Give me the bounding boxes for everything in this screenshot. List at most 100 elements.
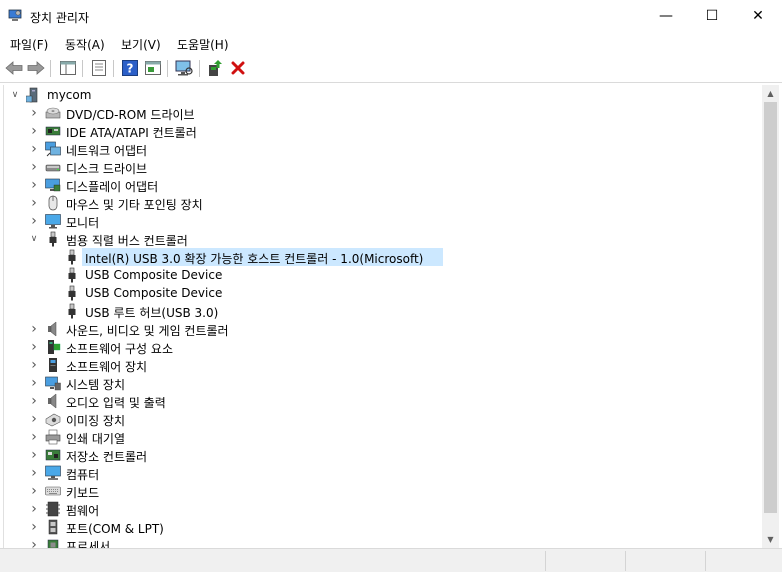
device-tree[interactable]: ∨ mycom › DVD/CD-ROM 드라이브 › IDE ATA/ATAPI 컨… [3, 85, 762, 548]
tree-category[interactable]: › 포트(COM & LPT) [4, 518, 762, 536]
scan-hardware-button[interactable] [174, 58, 194, 78]
tree-category[interactable]: › 펌웨어 [4, 500, 762, 518]
back-arrow-icon [5, 61, 23, 75]
tree-item-label: 마우스 및 기타 포인팅 장치 [66, 198, 203, 212]
tree-root[interactable]: ∨ mycom [4, 86, 762, 104]
update-driver-button[interactable] [205, 58, 225, 78]
menu-action[interactable]: 동작(A) [65, 36, 105, 53]
chevron-right-icon[interactable]: › [28, 411, 40, 427]
tree-category[interactable]: › 소프트웨어 장치 [4, 356, 762, 374]
vertical-scrollbar[interactable]: ▲ ▼ [762, 85, 779, 548]
tree-item-label: 네트워크 어댑터 [66, 144, 148, 158]
monitor-icon [45, 214, 61, 229]
tree-category[interactable]: › 프로세서 [4, 536, 762, 548]
tree-device[interactable]: USB Composite Device [4, 266, 762, 284]
tree-item-label: 프로세서 [66, 540, 111, 548]
chevron-right-icon[interactable]: › [28, 447, 40, 463]
close-button[interactable]: ✕ [735, 0, 781, 32]
tree-category[interactable]: › DVD/CD-ROM 드라이브 [4, 104, 762, 122]
chevron-down-icon[interactable]: ∨ [28, 233, 40, 245]
maximize-button[interactable]: ☐ [689, 0, 735, 32]
menu-help[interactable]: 도움말(H) [177, 36, 229, 53]
update-driver-icon [209, 60, 222, 76]
usb-icon [68, 249, 76, 265]
tree-category[interactable]: › 모니터 [4, 212, 762, 230]
tree-item-label: 인쇄 대기열 [66, 432, 126, 446]
tree-category[interactable]: ∨ 범용 직렬 버스 컨트롤러 [4, 230, 762, 248]
tree-category[interactable]: › 사운드, 비디오 및 게임 컨트롤러 [4, 320, 762, 338]
tree-device[interactable]: Intel(R) USB 3.0 확장 가능한 호스트 컨트롤러 - 1.0(M… [4, 248, 762, 266]
chevron-right-icon[interactable]: › [28, 195, 40, 211]
chevron-right-icon[interactable]: › [28, 339, 40, 355]
tree-category[interactable]: › 인쇄 대기열 [4, 428, 762, 446]
tree-category[interactable]: › 저장소 컨트롤러 [4, 446, 762, 464]
tree-device[interactable]: USB 루트 허브(USB 3.0) [4, 302, 762, 320]
software-device-icon [49, 358, 57, 372]
keyboard-icon [45, 486, 61, 496]
chevron-right-icon[interactable]: › [28, 501, 40, 517]
tree-category[interactable]: › 디스플레이 어댑터 [4, 176, 762, 194]
tree-category[interactable]: › 디스크 드라이브 [4, 158, 762, 176]
action-pane-button[interactable] [143, 58, 163, 78]
chevron-right-icon[interactable]: › [28, 375, 40, 391]
tree-category[interactable]: › 오디오 입력 및 출력 [4, 392, 762, 410]
forward-button[interactable] [26, 58, 46, 78]
chevron-right-icon[interactable]: › [28, 465, 40, 481]
speaker-icon [48, 321, 57, 337]
tree-category[interactable]: › 키보드 [4, 482, 762, 500]
tree-category[interactable]: › 시스템 장치 [4, 374, 762, 392]
tree-category[interactable]: › 마우스 및 기타 포인팅 장치 [4, 194, 762, 212]
chevron-right-icon[interactable]: › [28, 321, 40, 337]
chevron-right-icon[interactable]: › [28, 123, 40, 139]
tree-item-label: USB Composite Device [85, 286, 223, 300]
title-bar: 장치 관리자 — ☐ ✕ [0, 0, 782, 32]
tree-device[interactable]: USB Composite Device [4, 284, 762, 302]
menu-file[interactable]: 파일(F) [10, 36, 48, 53]
tree-category[interactable]: › IDE ATA/ATAPI 컨트롤러 [4, 122, 762, 140]
forward-arrow-icon [27, 61, 45, 75]
toolbar-separator [167, 60, 168, 77]
chevron-right-icon[interactable]: › [28, 159, 40, 175]
tree-category[interactable]: › 네트워크 어댑터 [4, 140, 762, 158]
chevron-right-icon[interactable]: › [28, 483, 40, 499]
chevron-right-icon[interactable]: › [28, 393, 40, 409]
monitor-scan-icon [175, 60, 193, 76]
chevron-right-icon[interactable]: › [28, 357, 40, 373]
printer-icon [45, 429, 61, 445]
tree-category[interactable]: › 소프트웨어 구성 요소 [4, 338, 762, 356]
toolbar-separator [82, 60, 83, 77]
tree-item-label: 사운드, 비디오 및 게임 컨트롤러 [66, 324, 229, 338]
tree-item-label: 컴퓨터 [66, 468, 100, 482]
tree-category[interactable]: › 이미징 장치 [4, 410, 762, 428]
properties-button[interactable] [89, 58, 109, 78]
show-hide-console-tree-button[interactable] [58, 58, 78, 78]
chevron-right-icon[interactable]: › [28, 537, 40, 548]
software-component-icon [48, 340, 61, 354]
imaging-device-icon [45, 413, 61, 427]
usb-icon [68, 267, 76, 283]
chevron-right-icon[interactable]: › [28, 177, 40, 193]
chevron-right-icon[interactable]: › [28, 213, 40, 229]
system-device-icon [45, 376, 61, 391]
toolbar-separator [199, 60, 200, 77]
chevron-right-icon[interactable]: › [28, 519, 40, 535]
chevron-right-icon[interactable]: › [28, 105, 40, 121]
display-adapter-icon [45, 178, 61, 192]
scroll-up-arrow-icon[interactable]: ▲ [762, 85, 779, 102]
back-button[interactable] [4, 58, 24, 78]
chevron-down-icon[interactable]: ∨ [9, 89, 21, 101]
scroll-down-arrow-icon[interactable]: ▼ [762, 531, 779, 548]
window-title: 장치 관리자 [30, 11, 90, 25]
scrollbar-thumb[interactable] [764, 102, 777, 513]
uninstall-device-button[interactable] [228, 58, 248, 78]
usb-icon [68, 285, 76, 301]
tree-category[interactable]: › 컴퓨터 [4, 464, 762, 482]
menu-view[interactable]: 보기(V) [121, 36, 161, 53]
tree-item-label: DVD/CD-ROM 드라이브 [66, 108, 195, 122]
status-cell [625, 551, 705, 571]
help-button[interactable]: ? [120, 58, 140, 78]
chevron-right-icon[interactable]: › [28, 141, 40, 157]
chevron-right-icon[interactable]: › [28, 429, 40, 445]
minimize-button[interactable]: — [643, 0, 689, 32]
console-tree-icon [60, 61, 76, 75]
